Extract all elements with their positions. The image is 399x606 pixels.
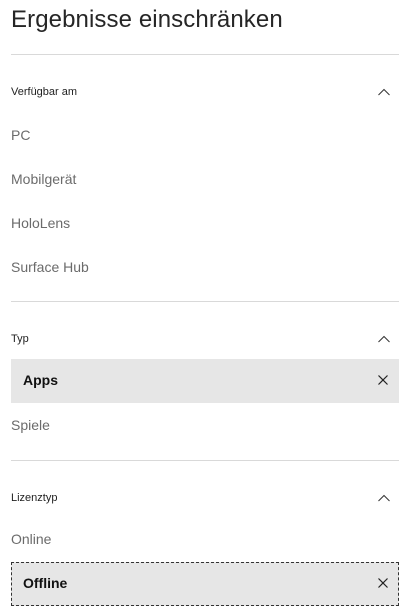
section-label: Typ	[11, 333, 29, 345]
option-label: Apps	[23, 372, 58, 388]
divider	[11, 301, 399, 302]
section-header-typ[interactable]: Typ	[11, 326, 399, 354]
filter-option-apps[interactable]: Apps	[11, 359, 399, 403]
section-label: Verfügbar am	[11, 86, 78, 98]
filter-option-online[interactable]: Online	[11, 518, 399, 562]
option-label: PC	[11, 127, 31, 143]
option-label: Online	[11, 531, 52, 547]
filter-option-mobilgeraet[interactable]: Mobilgerät	[11, 158, 399, 202]
option-label: HoloLens	[11, 215, 71, 231]
filter-option-hololens[interactable]: HoloLens	[11, 202, 399, 246]
option-label: Offline	[23, 575, 68, 591]
close-icon[interactable]	[377, 374, 389, 386]
section-header-lizenztyp[interactable]: Lizenztyp	[11, 485, 399, 513]
option-label: Surface Hub	[11, 259, 89, 275]
chevron-up-icon	[378, 494, 390, 502]
section-header-verfuegbar-am[interactable]: Verfügbar am	[11, 79, 399, 107]
filter-option-surface-hub[interactable]: Surface Hub	[11, 246, 399, 290]
chevron-up-icon	[378, 335, 390, 343]
filter-option-pc[interactable]: PC	[11, 114, 399, 158]
chevron-up-icon	[378, 88, 390, 96]
divider	[11, 54, 399, 55]
section-label: Lizenztyp	[11, 492, 58, 504]
close-icon[interactable]	[377, 577, 389, 589]
page-title: Ergebnisse einschränken	[11, 6, 283, 33]
filter-option-offline[interactable]: Offline	[11, 562, 399, 606]
divider	[11, 460, 399, 461]
option-label: Spiele	[11, 417, 50, 433]
filter-option-spiele[interactable]: Spiele	[11, 404, 399, 448]
option-label: Mobilgerät	[11, 171, 77, 187]
